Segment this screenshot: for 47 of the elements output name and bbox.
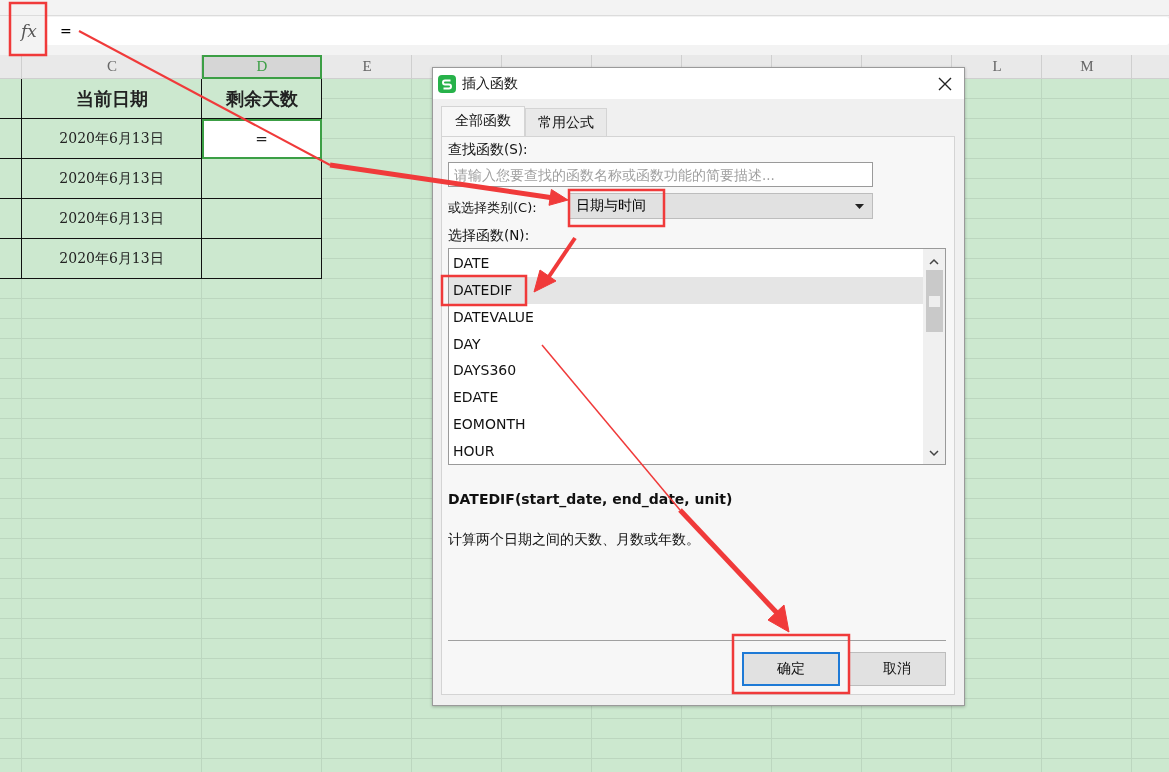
function-item[interactable]: EOMONTH <box>449 410 923 438</box>
date-cell: 2020年6月13日 <box>22 199 202 239</box>
table-cell[interactable] <box>0 199 22 239</box>
table-cell[interactable] <box>0 239 22 279</box>
date-cell: 2020年6月13日 <box>22 159 202 199</box>
column-header[interactable]: M <box>1042 55 1132 78</box>
function-item[interactable]: DAYS360 <box>449 357 923 384</box>
field-label: 查找函数(S): <box>448 141 529 159</box>
function-description: 计算两个日期之间的天数、月数或年数。 <box>448 531 701 549</box>
scrollbar-thumb[interactable] <box>925 270 943 332</box>
field-label: 或选择类别(C): <box>448 198 538 217</box>
search-field[interactable]: 请输入您要查找的函数名称或函数功能的简要描述... <box>448 162 873 187</box>
scroll-up-icon[interactable] <box>928 257 940 267</box>
table-cell[interactable] <box>202 199 322 239</box>
function-item[interactable]: DATE <box>449 250 923 277</box>
annotation-arrow <box>533 236 577 293</box>
table-cell[interactable] <box>0 79 22 119</box>
dropdown-caret-icon <box>855 203 864 209</box>
function-item[interactable]: DAY <box>449 330 923 357</box>
dialog-title: 插入函数 <box>462 74 519 93</box>
function-item[interactable]: DATEVALUE <box>449 303 923 331</box>
table-header-cell: 剩余天数 <box>202 79 322 119</box>
cancel-button[interactable]: 取消 <box>848 652 946 686</box>
function-item[interactable]: EDATE <box>449 383 923 411</box>
ok-button[interactable]: 确定 <box>742 652 840 686</box>
date-cell: 2020年6月13日 <box>22 119 202 159</box>
close-icon <box>937 75 953 92</box>
table-cell[interactable] <box>202 239 322 279</box>
tab[interactable]: 全部函数 <box>441 106 525 136</box>
table-cell[interactable]: = <box>202 119 322 159</box>
table-cell[interactable] <box>202 159 322 199</box>
scroll-down-icon[interactable] <box>928 448 940 458</box>
highlight-box <box>8 1 48 57</box>
app-logo-icon <box>438 74 456 93</box>
date-cell: 2020年6月13日 <box>22 239 202 279</box>
function-item[interactable]: HOUR <box>449 437 923 464</box>
table-header-cell: 当前日期 <box>22 79 202 119</box>
category-dropdown[interactable]: 日期与时间 <box>569 193 873 219</box>
formula-input[interactable]: = <box>46 17 1169 45</box>
column-header[interactable]: E <box>322 55 412 78</box>
field-label: 选择函数(N): <box>448 227 531 245</box>
tab[interactable]: 常用公式 <box>525 108 607 136</box>
table-cell[interactable] <box>0 119 22 159</box>
function-item[interactable]: DATEDIF <box>449 276 923 304</box>
table-cell[interactable] <box>0 159 22 199</box>
function-button[interactable]: fx <box>12 17 46 45</box>
column-header[interactable]: C <box>22 55 202 78</box>
